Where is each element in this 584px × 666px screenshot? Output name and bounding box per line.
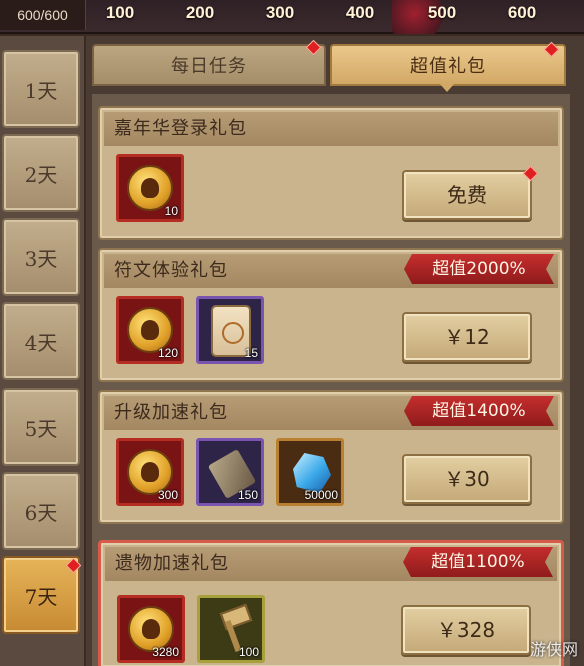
value-badge: 超值1100% <box>403 547 553 577</box>
reward-item[interactable]: 120 <box>116 296 184 364</box>
reward-item[interactable]: 50000 <box>276 438 344 506</box>
reward-item[interactable]: 150 <box>196 438 264 506</box>
pack-card-highlighted: 遗物加速礼包 超值1100% 3280 100 ￥328 <box>98 540 564 666</box>
pack-list[interactable]: 嘉年华登录礼包 10 免费 符文体验礼包 超值2000% 120 15 ￥12 <box>92 94 570 666</box>
reward-item[interactable]: 10 <box>116 154 184 222</box>
event-panel: 每日任务 超值礼包 嘉年华登录礼包 10 免费 符文体验礼包 超值2000% 1… <box>86 36 584 666</box>
reward-item[interactable]: 100 <box>197 595 265 663</box>
watermark: 游侠网 <box>529 640 578 659</box>
day-tab-label: 5天 <box>24 416 58 441</box>
day-tab-1[interactable]: 1天 <box>2 50 80 128</box>
day-tab-5[interactable]: 5天 <box>2 388 80 466</box>
claim-free-button[interactable]: 免费 <box>402 170 532 220</box>
milestone-200[interactable]: 200 <box>170 3 230 23</box>
pack-title: 嘉年华登录礼包 <box>104 112 558 146</box>
item-quantity: 100 <box>238 645 259 659</box>
milestone-progress-bar: 600/600 100 200 300 400 500 600 <box>0 0 584 34</box>
item-quantity: 3280 <box>152 645 179 659</box>
points-progress: 600/600 <box>0 0 86 30</box>
value-badge: 超值1400% <box>404 396 554 426</box>
day-tab-label: 1天 <box>24 78 58 103</box>
reward-item[interactable]: 3280 <box>117 595 185 663</box>
day-tab-label: 4天 <box>24 330 58 355</box>
crystal-icon <box>293 453 331 493</box>
active-tab-pointer <box>440 84 454 92</box>
buy-button[interactable]: ￥328 <box>401 605 531 655</box>
tab-daily-tasks[interactable]: 每日任务 <box>92 44 326 86</box>
item-quantity: 50000 <box>304 488 338 502</box>
reward-item[interactable]: 15 <box>196 296 264 364</box>
day-sidebar: 1天 2天 3天 4天 5天 6天 7天 <box>0 36 84 666</box>
day-tab-label: 2天 <box>24 162 58 187</box>
day-tab-label: 6天 <box>24 500 58 525</box>
milestone-400[interactable]: 400 <box>330 3 390 23</box>
item-quantity: 300 <box>157 488 178 502</box>
pack-card: 嘉年华登录礼包 10 免费 <box>98 106 564 240</box>
day-tab-4[interactable]: 4天 <box>2 302 80 380</box>
tab-value-packs[interactable]: 超值礼包 <box>330 44 566 86</box>
milestone-300[interactable]: 300 <box>250 3 310 23</box>
reward-item[interactable]: 300 <box>116 438 184 506</box>
milestone-500[interactable]: 500 <box>412 3 472 23</box>
day-tab-label: 3天 <box>24 246 58 271</box>
milestone-600[interactable]: 600 <box>492 3 552 23</box>
item-quantity: 150 <box>237 488 258 502</box>
buy-button[interactable]: ￥30 <box>402 454 532 504</box>
item-quantity: 10 <box>164 204 178 218</box>
rune-scroll-icon <box>213 307 249 355</box>
item-quantity: 120 <box>157 346 178 360</box>
item-quantity: 15 <box>244 346 258 360</box>
pack-card: 升级加速礼包 超值1400% 300 150 50000 ￥30 <box>98 390 564 524</box>
value-badge: 超值2000% <box>404 254 554 284</box>
pack-card: 符文体验礼包 超值2000% 120 15 ￥12 <box>98 248 564 382</box>
day-tab-3[interactable]: 3天 <box>2 218 80 296</box>
buy-button[interactable]: ￥12 <box>402 312 532 362</box>
milestone-100[interactable]: 100 <box>90 3 150 23</box>
day-tab-6[interactable]: 6天 <box>2 472 80 550</box>
day-tab-2[interactable]: 2天 <box>2 134 80 212</box>
day-tab-label: 7天 <box>24 584 58 609</box>
